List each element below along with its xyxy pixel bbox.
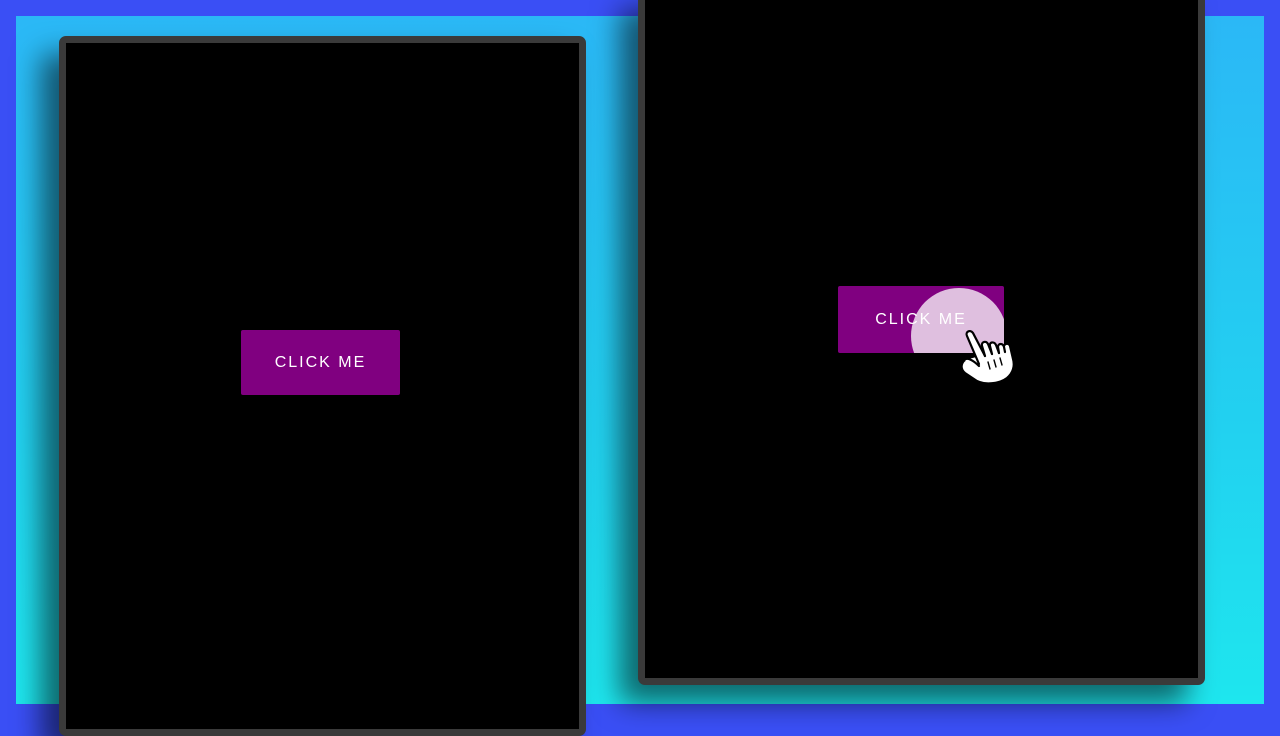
click-me-button-label: CLICK ME [274,354,367,371]
click-me-button-label: CLICK ME [875,311,967,328]
click-me-button-pressed[interactable]: CLICK ME [838,286,1004,353]
click-me-button[interactable]: CLICK ME [241,330,400,395]
right-demo-panel: CLICK ME [638,0,1205,685]
left-demo-panel: CLICK ME [59,36,586,736]
